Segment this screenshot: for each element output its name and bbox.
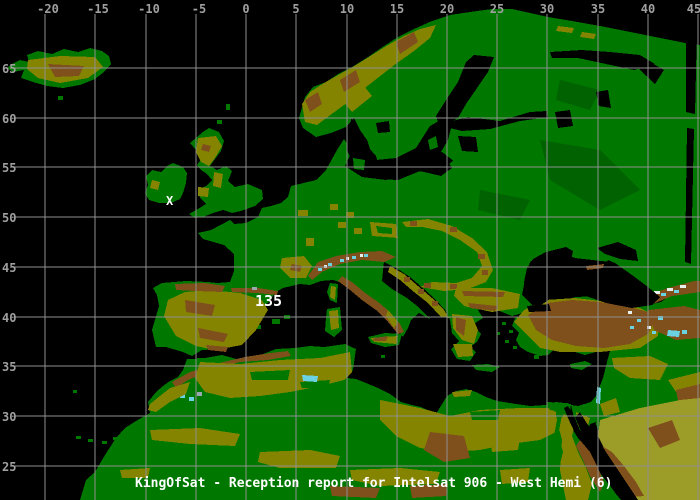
lake-vanern [376, 121, 390, 133]
lat-tick: 55 [2, 161, 16, 175]
lon-tick: 45 [687, 2, 700, 16]
lon-tick: 5 [292, 2, 299, 16]
lon-tick: 20 [440, 2, 454, 16]
lat-tick: 35 [2, 360, 16, 374]
canary-isle [102, 441, 107, 444]
canary-isle [113, 437, 118, 440]
lon-tick: -5 [192, 2, 206, 16]
lon-tick: 10 [340, 2, 354, 16]
lon-tick: 25 [490, 2, 504, 16]
site-marker: X [166, 194, 174, 208]
canary-isle [76, 436, 81, 439]
lon-tick: -10 [138, 2, 160, 16]
lat-tick: 50 [2, 211, 16, 225]
lat-tick: 25 [2, 460, 16, 474]
aegean-isle [505, 340, 509, 343]
madeira [73, 390, 77, 393]
lat-tick: 45 [2, 261, 16, 275]
lon-tick: 35 [591, 2, 605, 16]
lon-tick: 40 [641, 2, 655, 16]
aegean-isle [502, 322, 506, 325]
beam-value-marker: 135 [255, 292, 282, 310]
lon-tick: 0 [242, 2, 249, 16]
zealand [353, 158, 365, 170]
reception-map: -20 -15 -10 -5 0 5 10 15 20 25 30 35 40 … [0, 0, 700, 500]
lat-tick: 30 [2, 410, 16, 424]
lake-ladoga [555, 110, 573, 128]
lat-tick: 60 [2, 112, 16, 126]
latitude-labels: 65 60 55 50 45 40 35 30 25 [2, 62, 16, 474]
faroe-islands [58, 96, 63, 100]
rhodes [534, 355, 539, 359]
shetland [226, 104, 230, 110]
strait-of-gibraltar [181, 356, 197, 359]
terrain-map-svg: -20 -15 -10 -5 0 5 10 15 20 25 30 35 40 … [0, 0, 700, 500]
malta [381, 355, 385, 358]
mallorca [272, 319, 280, 324]
map-caption: KingOfSat - Reception report for Intelsa… [135, 476, 612, 491]
lon-tick: 15 [390, 2, 404, 16]
orkney [217, 120, 222, 124]
lat-tick: 65 [2, 62, 16, 76]
lon-tick: -20 [37, 2, 59, 16]
aegean-isle [509, 330, 513, 333]
lat-tick: 40 [2, 311, 16, 325]
lon-tick: -15 [87, 2, 109, 16]
lon-tick: 30 [540, 2, 554, 16]
aegean-isle [513, 346, 517, 349]
canary-isle [88, 439, 93, 442]
